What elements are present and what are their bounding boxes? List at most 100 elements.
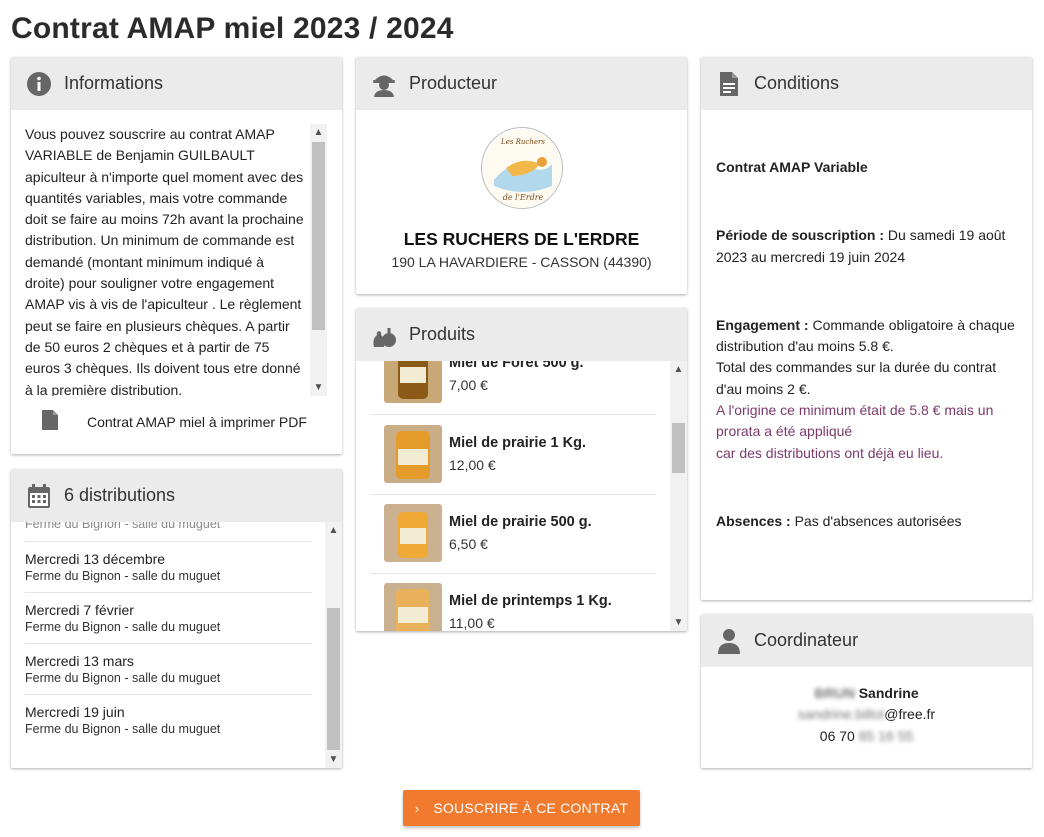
phone-visible: 06 70 [819,728,855,744]
distributions-scroll-area[interactable]: Ferme du Bignon - salle du muguet Mercre… [11,522,342,768]
scrollbar-thumb[interactable] [327,608,340,750]
contract-type: Contrat AMAP Variable [716,159,868,175]
scroll-down-icon[interactable]: ▼ [310,379,327,396]
distributions-scrollbar[interactable]: ▲ ▼ [325,522,342,768]
distributions-header: 6 distributions [11,469,342,522]
informations-title: Informations [64,73,164,93]
subscription-period: Période de souscription : Du samedi 19 a… [716,225,1026,268]
scroll-down-icon[interactable]: ▼ [670,614,687,631]
coordinateur-title: Coordinateur [754,630,859,650]
producer-address: 190 LA HAVARDIERE - CASSON (44390) [391,254,652,270]
distribution-place: Ferme du Bignon - salle du muguet [25,569,221,583]
product-price: 7,00 € [449,377,488,393]
user-icon [715,627,743,655]
honey-jar-image [384,361,442,403]
scrollbar-thumb[interactable] [312,142,325,330]
scroll-up-icon[interactable]: ▲ [310,124,327,141]
subscribe-label: SOUSCRIRE À CE CONTRAT [433,800,629,816]
informations-header: Informations [11,57,342,110]
distribution-date: Mercredi 7 février [25,602,134,618]
list-item: Mercredi 7 février Ferme du Bignon - sal… [25,593,312,644]
product-item: Miel de printemps 1 Kg. 11,00 € [370,573,656,631]
produits-header: Produits [356,308,687,361]
coordinateur-header: Coordinateur [701,614,1032,667]
producer-name: LES RUCHERS DE L'ERDRE [403,229,640,249]
info-icon [25,70,53,98]
engagement: Engagement : Commande obligatoire à chaq… [716,315,1026,358]
coordinator-name: BRUN Sandrine [701,685,1032,701]
distribution-place: Ferme du Bignon - salle du muguet [25,722,221,736]
products-icon [370,321,398,349]
product-item: Miel de prairie 500 g. 6,50 € [370,494,656,574]
farmer-icon [370,70,398,98]
product-name: Miel de prairie 1 Kg. [449,435,586,451]
pdf-link-label[interactable]: Contrat AMAP miel à imprimer PDF [87,414,307,430]
distribution-place: Ferme du Bignon - salle du muguet [25,671,221,685]
coordinator-phone: 06 70 85 16 55 [701,728,1032,744]
product-item: Miel de Forêt 500 g. 7,00 € [370,361,656,415]
conditions-header: Conditions [701,57,1032,110]
page-title: Contrat AMAP miel 2023 / 2024 [11,12,454,45]
produits-scroll-area[interactable]: Miel de Forêt 500 g. 7,00 € Miel de prai… [356,361,687,631]
produits-scrollbar[interactable]: ▲ ▼ [670,361,687,631]
logo-text-top: Les Ruchers [500,138,545,146]
absences: Absences : Pas d'absences autorisées [716,511,1026,532]
scroll-up-icon[interactable]: ▲ [325,522,342,539]
coordinator-email[interactable]: sandrine.billot@free.fr [701,706,1032,722]
distribution-date: Mercredi 19 juin [25,704,125,720]
product-name: Miel de printemps 1 Kg. [449,593,612,609]
producteur-card: Producteur Les Ruchers de l'Erdre LES RU… [356,57,687,294]
informations-scroll-area[interactable]: Vous pouvez souscrire au contrat AMAP VA… [11,124,327,396]
conditions-body: Contrat AMAP Variable Période de souscri… [716,157,1026,532]
prorata-note-2: car des distributions ont déjà eu lieu. [716,444,944,461]
list-item: Mercredi 13 mars Ferme du Bignon - salle… [25,644,312,695]
subscribe-button[interactable]: › SOUSCRIRE À CE CONTRAT [403,790,640,826]
product-item: Miel de prairie 1 Kg. 12,00 € [370,415,656,495]
informations-scrollbar[interactable]: ▲ ▼ [310,124,327,396]
scrollbar-thumb[interactable] [672,423,685,473]
produits-title: Produits [409,324,476,344]
honey-jar-image [384,504,442,562]
producteur-header: Producteur [356,57,687,110]
document-icon [715,70,743,98]
list-item: Mercredi 13 décembre Ferme du Bignon - s… [25,542,312,593]
document-icon [41,409,59,434]
email-domain: @free.fr [884,706,936,722]
coordinateur-card: Coordinateur BRUN Sandrine sandrine.bill… [701,614,1032,768]
engagement-label: Engagement : [716,316,809,333]
distribution-date: Mercredi 13 décembre [25,551,166,567]
conditions-title: Conditions [754,73,840,93]
coordinator-lastname: BRUN [814,685,855,701]
produits-card: Produits Miel de Forêt 500 g. 7,00 € Mie… [356,308,687,631]
producteur-title: Producteur [409,73,498,93]
total-commands: Total des commandes sur la durée du cont… [716,359,997,397]
distributions-title: 6 distributions [64,485,176,505]
honey-jar-image [384,425,442,483]
product-price: 12,00 € [449,457,496,473]
prorata-note: A l'origine ce minimum était de 5.8 € ma… [716,402,994,440]
chevron-right-icon: › [414,800,420,816]
scroll-down-icon[interactable]: ▼ [325,751,342,768]
product-price: 11,00 € [449,615,495,631]
product-price: 6,50 € [449,536,488,552]
producer-logo: Les Ruchers de l'Erdre [481,127,563,209]
coordinator-firstname: Sandrine [854,685,919,701]
absences-value: Pas d'absences autorisées [790,512,962,529]
scroll-up-icon[interactable]: ▲ [670,361,687,378]
honey-jar-image [384,583,442,631]
list-item: Mercredi 19 juin Ferme du Bignon - salle… [25,695,312,745]
distribution-date: Mercredi 13 mars [25,653,134,669]
product-name: Miel de prairie 500 g. [449,514,592,530]
informations-card: Informations Vous pouvez souscrire au co… [11,57,342,454]
distribution-place: Ferme du Bignon - salle du muguet [25,620,221,634]
distributions-card: 6 distributions Ferme du Bignon - salle … [11,469,342,768]
distribution-partial: Ferme du Bignon - salle du muguet [25,522,312,542]
email-user: sandrine.billot [797,706,885,722]
pdf-link[interactable]: Contrat AMAP miel à imprimer PDF [41,409,307,434]
absences-label: Absences : [716,512,791,529]
product-name: Miel de Forêt 500 g. [449,361,584,371]
period-label: Période de souscription : [716,227,885,244]
phone-blurred: 85 16 55 [854,728,914,744]
logo-text-bottom: de l'Erdre [503,193,544,202]
distribution-place: Ferme du Bignon - salle du muguet [25,522,221,531]
